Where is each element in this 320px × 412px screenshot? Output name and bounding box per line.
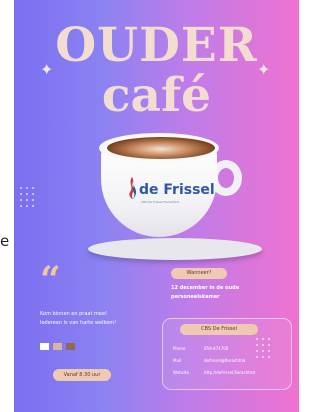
contact-value: http://defrissel.fierachtrol xyxy=(204,370,255,375)
contact-label: Website xyxy=(173,370,189,375)
side-text-fragment: e xyxy=(0,232,10,250)
color-swatch xyxy=(53,343,62,350)
poster: OUDER café ✦ ✦ de Frissel CBS De Frissel… xyxy=(14,0,299,412)
color-swatch xyxy=(40,343,49,350)
contact-label: Mail xyxy=(173,358,182,363)
contact-value: 059-474700 xyxy=(204,346,229,351)
contact-label: Phone xyxy=(173,346,186,351)
when-label: Wanneer? xyxy=(171,268,227,279)
sparkle-icon: ✦ xyxy=(40,60,54,79)
contact-card: CBS De Frissel Phone 059-474700 Mail def… xyxy=(162,318,292,390)
frissel-logo-tagline: CBS De Frissel Fierachtrol xyxy=(141,200,180,204)
frissel-logo-text: de Frissel xyxy=(139,182,215,198)
latte-art xyxy=(107,137,215,159)
color-swatch xyxy=(66,343,75,350)
intro-text: Kom binnen en praat mee! Iedereen is van… xyxy=(40,310,160,328)
page: e OUDER café ✦ ✦ de Frissel CBS De Friss… xyxy=(0,0,299,412)
when-line: 12 december in de oude xyxy=(171,285,240,291)
contact-value: defrissel@fierachtrol xyxy=(204,358,246,363)
frissel-logo-icon xyxy=(129,177,137,199)
when-details: 12 december in de oude personeelskamer xyxy=(171,284,281,302)
when-line: personeelskamer xyxy=(171,294,220,300)
dot-pattern-decoration xyxy=(18,185,38,211)
intro-line: Iedereen is van harte welkom! xyxy=(40,320,117,326)
start-time-badge: Vanaf 8.30 uur xyxy=(53,369,111,381)
intro-line: Kom binnen en praat mee! xyxy=(40,311,108,317)
sparkle-icon: ✦ xyxy=(257,60,271,79)
quote-mark: “ xyxy=(40,259,61,301)
saucer xyxy=(88,238,262,260)
contact-school-name: CBS De Frissel xyxy=(180,324,258,335)
